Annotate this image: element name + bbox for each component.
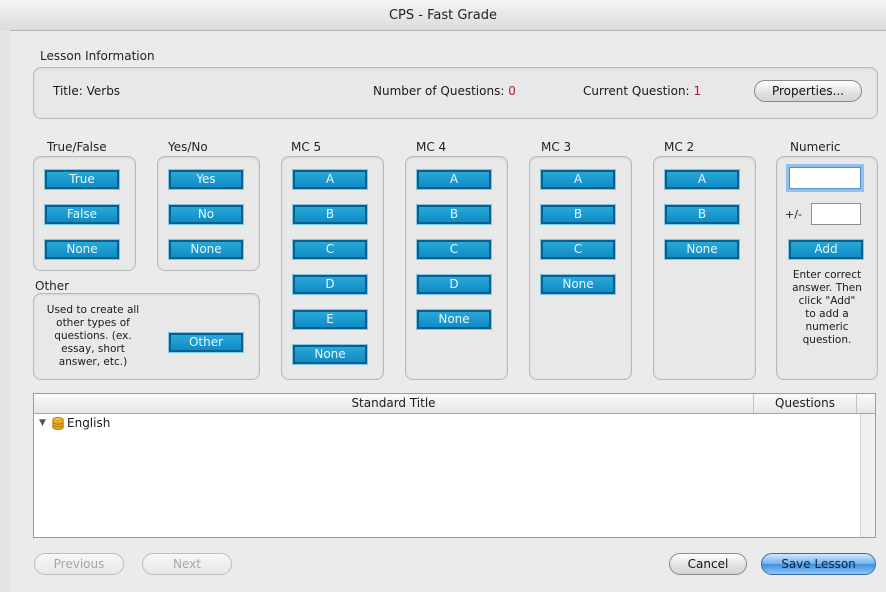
numeric-add-button[interactable]: Add [789,240,863,259]
numeric-help-line: numeric [805,321,849,333]
database-icon [52,417,64,435]
save-lesson-button[interactable]: Save Lesson [761,553,876,575]
num-questions-label: Number of Questions: [373,84,505,98]
numeric-label: Numeric [790,140,841,154]
other-description-line: Used to create all [46,304,140,316]
current-question-label: Current Question: [583,84,690,98]
other-description-line: essay, short [61,343,125,355]
lesson-title-label: Title: [53,84,83,98]
mc2-panel [653,156,756,380]
numeric-help-line: click "Add" [798,295,856,307]
properties-button[interactable]: Properties... [754,80,862,102]
mc5-a-button[interactable]: A [293,170,367,189]
true-false-label: True/False [47,140,107,154]
tolerance-input[interactable] [811,203,861,225]
numeric-answer-input[interactable] [789,167,861,189]
column-header-standard-title[interactable]: Standard Title [34,394,754,413]
mc2-a-button[interactable]: A [665,170,739,189]
current-question-value: 1 [693,84,702,98]
numeric-help-line: answer. Then [792,282,862,294]
false-button[interactable]: False [45,205,119,224]
yn-none-button[interactable]: None [169,240,243,259]
mc3-label: MC 3 [541,140,572,154]
other-button[interactable]: Other [169,333,243,352]
mc3-c-button[interactable]: C [541,240,615,259]
previous-button[interactable]: Previous [34,553,124,575]
column-header-questions[interactable]: Questions [754,394,857,413]
numeric-help-line: question. [802,334,852,346]
disclosure-triangle-icon[interactable]: ▼ [39,414,46,432]
table-header: Standard Title Questions [34,394,875,414]
mc4-none-button[interactable]: None [417,310,491,329]
window-titlebar: CPS - Fast Grade [0,0,886,31]
tolerance-label: +/- [785,208,802,221]
numeric-help-line: Enter correct [792,269,862,281]
mc3-b-button[interactable]: B [541,205,615,224]
mc3-panel [529,156,632,380]
mc4-a-button[interactable]: A [417,170,491,189]
mc5-label: MC 5 [291,140,322,154]
mc2-b-button[interactable]: B [665,205,739,224]
mc4-b-button[interactable]: B [417,205,491,224]
other-label: Other [35,279,70,293]
num-questions-value: 0 [508,84,516,98]
row-label: English [67,416,111,430]
mc5-b-button[interactable]: B [293,205,367,224]
mc3-a-button[interactable]: A [541,170,615,189]
numeric-help-text: Enter correct answer. Then click "Add" t… [779,269,875,347]
other-description-line: answer, etc.) [58,356,128,368]
other-description-line: questions. (ex. [54,330,132,342]
mc2-label: MC 2 [664,140,695,154]
column-header-spacer [857,394,875,413]
mc2-none-button[interactable]: None [665,240,739,259]
other-description-line: other types of [56,317,130,329]
next-button[interactable]: Next [142,553,232,575]
numeric-help-line: to add a [805,308,849,320]
tf-none-button[interactable]: None [45,240,119,259]
mc5-e-button[interactable]: E [293,310,367,329]
mc4-d-button[interactable]: D [417,275,491,294]
mc3-none-button[interactable]: None [541,275,615,294]
lesson-title-row: Title: Verbs [53,84,120,98]
lesson-info-label: Lesson Information [40,49,155,63]
true-button[interactable]: True [45,170,119,189]
cancel-button[interactable]: Cancel [669,553,747,575]
mc4-panel [405,156,508,380]
table-scrollbar[interactable] [860,414,875,537]
mc4-label: MC 4 [416,140,447,154]
lesson-title-value: Verbs [86,84,121,98]
mc5-none-button[interactable]: None [293,345,367,364]
num-questions: Number of Questions: 0 [373,84,516,98]
window-edge [0,30,10,592]
no-button[interactable]: No [169,205,243,224]
yes-no-label: Yes/No [168,140,208,154]
standards-table[interactable]: Standard Title Questions ▼ English [33,393,876,538]
yes-button[interactable]: Yes [169,170,243,189]
mc5-d-button[interactable]: D [293,275,367,294]
current-question: Current Question: 1 [583,84,701,98]
mc4-c-button[interactable]: C [417,240,491,259]
mc5-c-button[interactable]: C [293,240,367,259]
window-title: CPS - Fast Grade [388,7,497,23]
other-description: Used to create all other types of questi… [38,304,148,369]
